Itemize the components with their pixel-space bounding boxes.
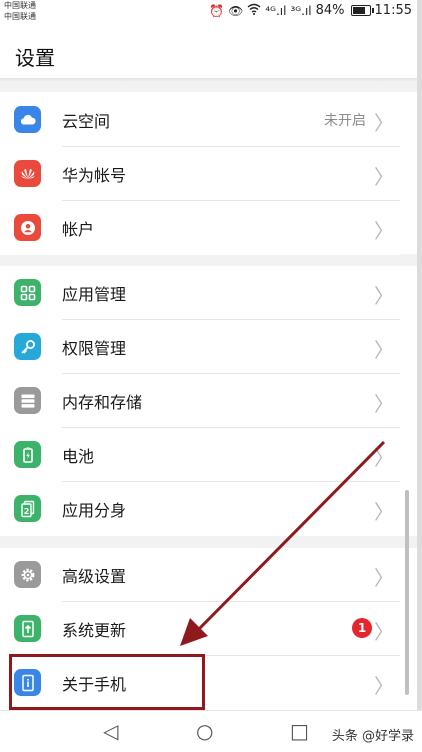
page-title: 设置	[15, 46, 55, 70]
item-value: 未开启	[324, 113, 366, 129]
huawei-logo-icon	[14, 160, 41, 187]
scrollbar-thumb[interactable]	[405, 490, 409, 695]
settings-item-cloud[interactable]: 云空间 未开启 〉	[0, 93, 400, 147]
section-gap	[0, 536, 422, 548]
svg-text:2: 2	[23, 507, 29, 516]
info-phone-icon	[14, 669, 41, 696]
chevron-right-icon: 〉	[374, 446, 394, 470]
item-label: 高级设置	[62, 567, 127, 586]
watermark: 头条 @好学录	[331, 729, 414, 744]
item-label: 关于手机	[62, 675, 127, 694]
chevron-right-icon: 〉	[374, 674, 394, 698]
chevron-right-icon: 〉	[374, 500, 394, 524]
settings-item-permissions[interactable]: 权限管理 〉	[0, 320, 400, 374]
settings-item-app-management[interactable]: 应用管理 〉	[0, 266, 400, 320]
item-label: 内存和存储	[62, 393, 143, 412]
item-label: 应用分身	[62, 501, 127, 520]
cloud-icon	[14, 106, 41, 133]
app-twin-icon: 2	[14, 495, 41, 522]
person-icon	[14, 214, 41, 241]
carrier-2: 中国联通	[4, 12, 36, 21]
item-label: 云空间	[62, 112, 111, 131]
settings-item-huawei-account[interactable]: 华为帐号 〉	[0, 147, 400, 201]
clock: 11:55	[374, 3, 412, 18]
item-label: 华为帐号	[62, 166, 127, 185]
app-grid-icon	[14, 279, 41, 306]
chevron-right-icon: 〉	[374, 620, 394, 644]
settings-item-storage[interactable]: 内存和存储 〉	[0, 374, 400, 428]
section-gap	[0, 82, 422, 92]
status-bar: 中国联通 中国联通 ⏰ 👁 ⁴ᴳ.ıl ³ᴳ.ıl 84% 11:55	[0, 0, 422, 26]
back-button[interactable]: ◁	[103, 719, 118, 743]
settings-item-advanced[interactable]: 高级设置 〉	[0, 548, 400, 602]
gear-icon	[14, 561, 41, 588]
item-label: 电池	[62, 447, 95, 466]
settings-item-battery[interactable]: 电池 〉	[0, 428, 400, 482]
item-label: 应用管理	[62, 285, 127, 304]
settings-item-about-phone[interactable]: 关于手机 〉	[0, 656, 400, 710]
update-count-badge: 1	[352, 618, 372, 638]
home-button[interactable]: ○	[196, 719, 213, 743]
chevron-right-icon: 〉	[374, 219, 394, 243]
key-icon	[14, 333, 41, 360]
settings-item-app-twin[interactable]: 2 应用分身 〉	[0, 482, 400, 536]
settings-item-system-update[interactable]: 系统更新 1 〉	[0, 602, 400, 656]
chevron-right-icon: 〉	[374, 165, 394, 189]
alarm-icon: ⏰	[209, 3, 225, 18]
item-label: 权限管理	[62, 339, 127, 358]
section-gap	[0, 254, 422, 266]
update-icon	[14, 615, 41, 642]
chevron-right-icon: 〉	[374, 111, 394, 135]
eye-comfort-icon: 👁	[228, 3, 244, 18]
battery-status-icon	[350, 5, 374, 16]
battery-percent: 84%	[315, 3, 345, 18]
item-label: 系统更新	[62, 621, 127, 640]
signal-2-icon: ³ᴳ.ıl	[290, 3, 312, 18]
screen-edge	[417, 0, 422, 751]
chevron-right-icon: 〉	[374, 566, 394, 590]
storage-icon	[14, 387, 41, 414]
chevron-right-icon: 〉	[374, 392, 394, 416]
signal-1-icon: ⁴ᴳ.ıl	[265, 3, 287, 18]
app-header: 设置	[0, 26, 422, 82]
chevron-right-icon: 〉	[374, 284, 394, 308]
carrier-1: 中国联通	[4, 1, 36, 10]
navigation-bar: ◁ ○ □ 头条 @好学录	[0, 710, 422, 752]
recents-button[interactable]: □	[290, 719, 309, 743]
settings-item-accounts[interactable]: 帐户 〉	[0, 201, 400, 255]
battery-icon	[14, 441, 41, 468]
wifi-icon	[247, 3, 261, 18]
item-label: 帐户	[62, 220, 95, 239]
chevron-right-icon: 〉	[374, 338, 394, 362]
status-icons: ⏰ 👁 ⁴ᴳ.ıl ³ᴳ.ıl 84% 11:55	[209, 3, 412, 18]
carrier-labels: 中国联通 中国联通	[4, 0, 36, 22]
